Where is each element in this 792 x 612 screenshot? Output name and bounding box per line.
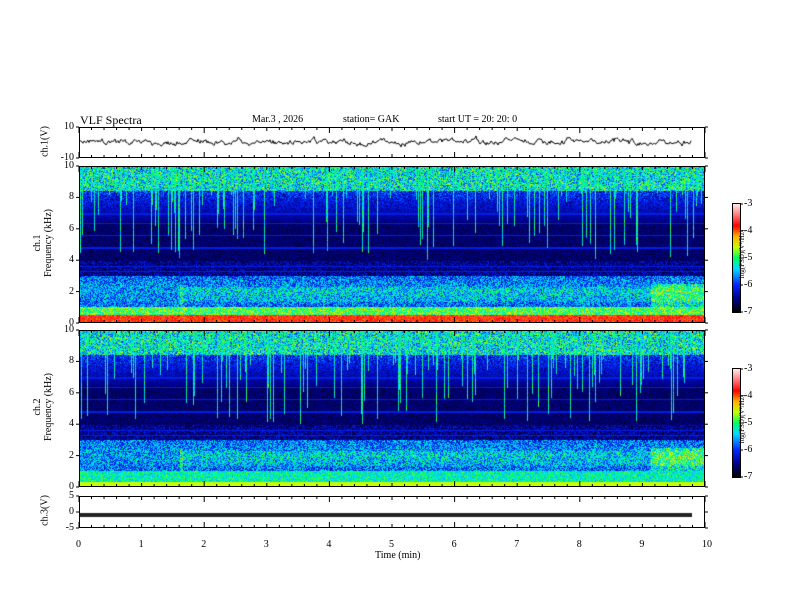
- x-tick-label: 7: [514, 539, 520, 550]
- y-tick-label: 8: [69, 355, 74, 367]
- colorbar-tick-label: -6: [744, 444, 753, 455]
- x-tick-label: 9: [639, 539, 645, 550]
- colorbar-tick-label: -3: [744, 198, 753, 209]
- y-tick-label: 2: [69, 449, 74, 461]
- y-tick-label: 10: [64, 160, 74, 171]
- y-tick-label: 4: [69, 254, 74, 266]
- y-tick-label: 6: [69, 386, 74, 398]
- y-tick-label: 8: [69, 191, 74, 203]
- x-tick-label: 1: [138, 539, 144, 550]
- y-tick-label: 4: [69, 418, 74, 430]
- colorbar-tick-label: -7: [744, 306, 753, 317]
- x-tick-label: 10: [702, 539, 712, 550]
- x-tick-label: 0: [76, 539, 81, 550]
- colorbar-tick-label: -7: [744, 471, 753, 482]
- y-tick-label: -5: [65, 522, 74, 533]
- colorbar-tick-label: -5: [744, 252, 753, 263]
- x-tick-label: 6: [451, 539, 457, 550]
- y-tick-label: 5: [69, 490, 74, 501]
- y-tick-label: 10: [64, 121, 74, 132]
- y-tick-label: 0: [69, 506, 74, 517]
- x-tick-label: 2: [201, 539, 207, 550]
- x-tick-label: 5: [389, 539, 394, 550]
- y-tick-label: 6: [69, 222, 74, 234]
- axes-overlay: [76, 126, 743, 529]
- colorbar-tick-label: -5: [744, 417, 753, 428]
- vlf-spectra-figure: VLF Spectra Mar.3 , 2026 station= GAK st…: [0, 0, 792, 612]
- x-tick-label: 3: [263, 539, 269, 550]
- y-tick-label: 2: [69, 285, 74, 297]
- x-tick-label: 8: [576, 539, 582, 550]
- x-tick-label: 4: [326, 539, 332, 550]
- colorbar-tick-label: -6: [744, 279, 753, 290]
- colorbar-tick-label: -4: [744, 390, 753, 401]
- colorbar-tick-label: -4: [744, 225, 753, 236]
- y-tick-label: 10: [64, 324, 74, 335]
- colorbar-tick-label: -3: [744, 363, 753, 374]
